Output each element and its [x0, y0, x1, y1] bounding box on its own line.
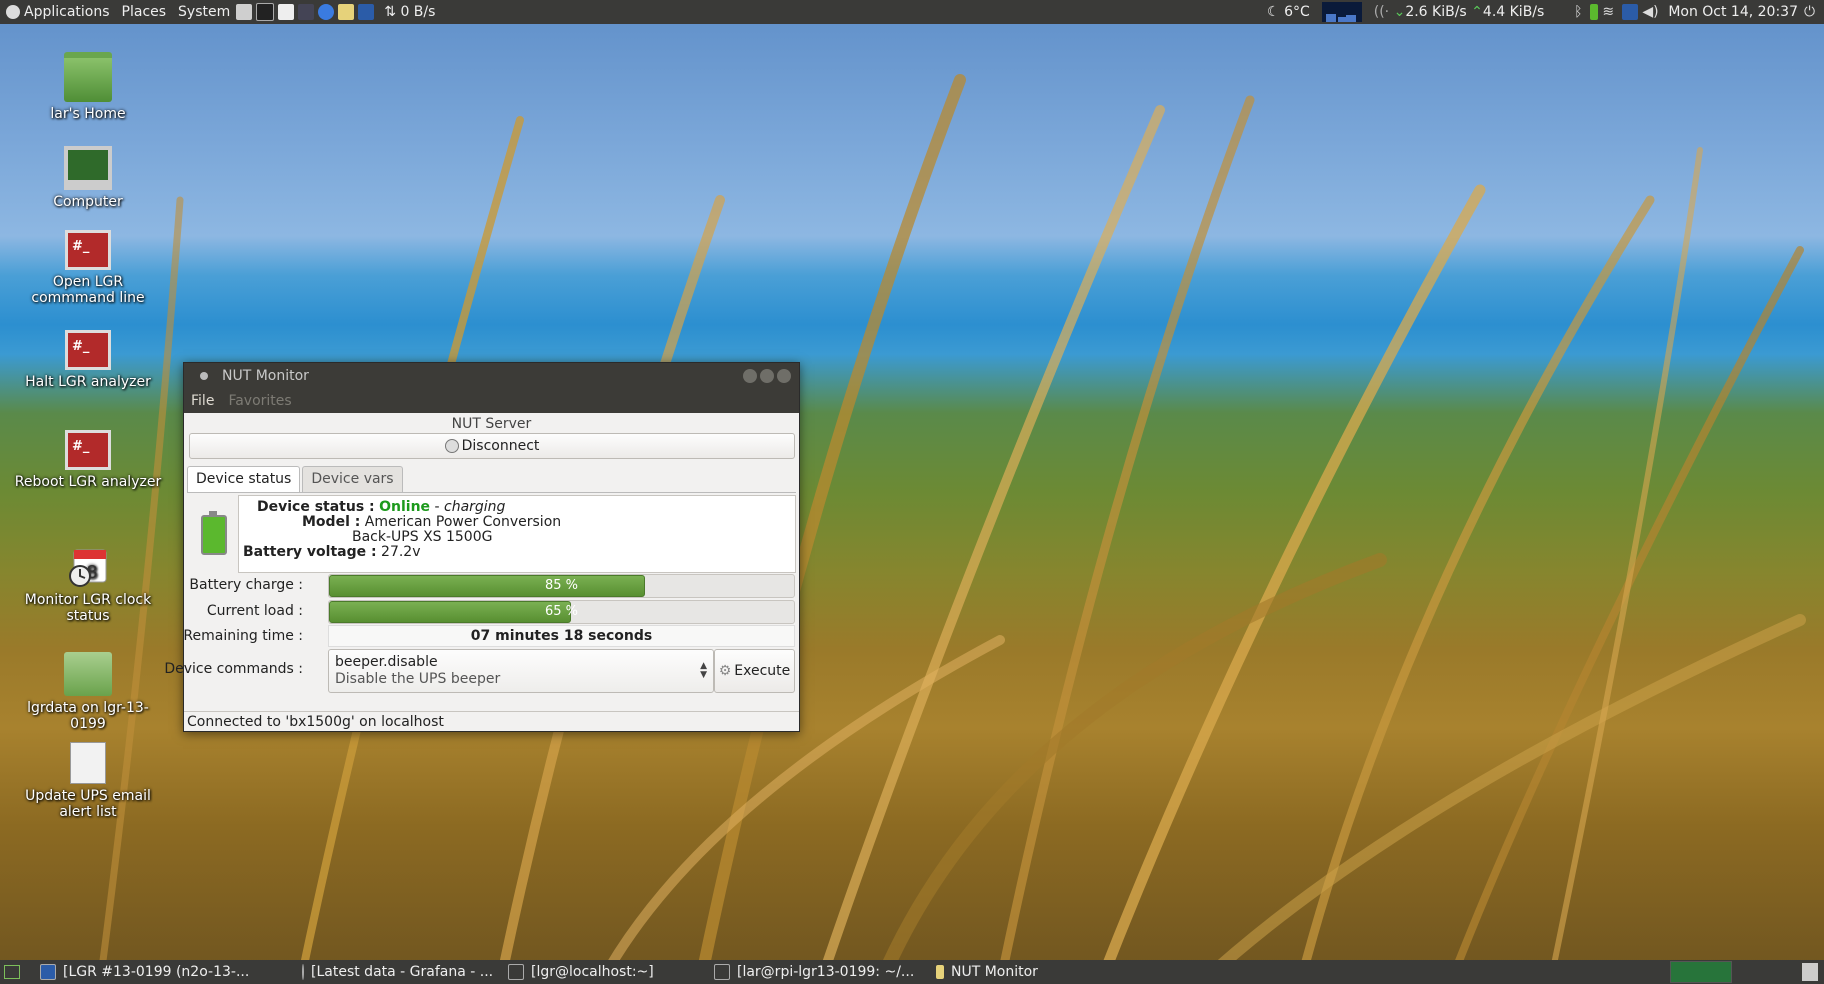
maximize-button[interactable]: [760, 369, 774, 383]
network-icon: ⇅: [384, 4, 396, 20]
execute-button[interactable]: ⚙ Execute: [714, 649, 795, 693]
terminal-icon: #_: [65, 430, 111, 470]
taskbar-item-terminal-local[interactable]: [lgr@localhost:~]: [500, 960, 706, 984]
terminal-icon: [508, 964, 524, 980]
terminal-icon[interactable]: [256, 3, 275, 21]
terminal-icon: [714, 964, 730, 980]
device-command-select[interactable]: beeper.disable Disable the UPS beeper ▲ ▼: [328, 649, 714, 693]
bottom-panel: [LGR #13-0199 (n2o-13-... [Latest data -…: [0, 960, 1824, 984]
edit-document-icon: [70, 742, 106, 784]
system-menu[interactable]: System: [172, 0, 236, 24]
tab-bar: Device status Device vars: [187, 466, 799, 492]
tab-device-status[interactable]: Device status: [187, 466, 301, 492]
device-status-panel: Device status : Online - charging Model …: [164, 492, 796, 727]
down-arrow-icon: ⌄: [1389, 4, 1406, 20]
calendar-clock-icon: 8: [68, 548, 108, 588]
remaining-time-value: 07 minutes 18 seconds: [328, 625, 795, 647]
battery-charge-bar: 85 %: [328, 574, 795, 598]
power-icon[interactable]: ⏻: [1804, 4, 1820, 20]
model-row-2: Back-UPS XS 1500G: [352, 529, 493, 545]
disconnect-icon: [444, 439, 459, 453]
menubar: File Favorites: [184, 389, 799, 413]
vnc-icon[interactable]: [358, 4, 375, 20]
current-load-bar: 65 %: [328, 600, 795, 624]
nut-monitor-icon: [936, 965, 944, 979]
taskbar-item-nut-monitor[interactable]: NUT Monitor: [928, 960, 1144, 984]
minimize-button[interactable]: [743, 369, 757, 383]
desktop-icon-update-ups[interactable]: Update UPS email alert list: [13, 742, 163, 820]
desktop-icon-home[interactable]: lar's Home: [13, 52, 163, 122]
current-load-row: Current load : 65 %: [187, 600, 795, 624]
remaining-time-row: Remaining time : 07 minutes 18 seconds: [183, 625, 795, 647]
battery-icon[interactable]: [1590, 4, 1599, 20]
chromium-icon: [302, 964, 304, 980]
taskbar-item-grafana[interactable]: [Latest data - Grafana - ...: [294, 960, 500, 984]
online-status: Online: [379, 499, 431, 515]
menu-file[interactable]: File: [184, 393, 221, 409]
gear-icon: ⚙: [718, 663, 732, 679]
up-arrow-icon: ⌃: [1466, 4, 1483, 20]
desktop-icon-open-lgr[interactable]: #_ Open LGR commmand line: [13, 230, 163, 306]
updown-arrow-icon: ▲ ▼: [700, 661, 707, 680]
text-editor-icon[interactable]: [278, 4, 295, 20]
taskbar-item-vnc[interactable]: [LGR #13-0199 (n2o-13-...: [32, 960, 294, 984]
desktop-icon-computer[interactable]: Computer: [13, 146, 163, 210]
terminal-icon: #_: [65, 230, 111, 270]
app-icon: [200, 372, 208, 380]
moon-icon: ☾: [1267, 4, 1280, 20]
cpu-graph-icon[interactable]: [1321, 2, 1362, 22]
desktop-icon-reboot-lgr[interactable]: #_ Reboot LGR analyzer: [13, 430, 163, 490]
volume-icon[interactable]: ◀): [1642, 4, 1658, 20]
window-statusbar: Connected to 'bx1500g' on localhost: [184, 711, 799, 731]
close-button[interactable]: [777, 369, 791, 383]
menu-favorites[interactable]: Favorites: [221, 393, 298, 409]
network-speed: ⇅ 0 B/s: [384, 4, 436, 20]
vnc-icon: [40, 964, 56, 980]
battery-voltage-row: Battery voltage : 27.2v: [243, 544, 421, 560]
network-share-icon: [64, 652, 112, 696]
disconnect-button[interactable]: Disconnect: [189, 433, 795, 459]
wifi-icon[interactable]: ≋: [1602, 4, 1618, 20]
wifi-icon: ((·: [1373, 4, 1390, 20]
vnc-icon[interactable]: [1622, 4, 1639, 20]
battery-charging-icon: [201, 511, 227, 555]
battery-charge-row: Battery charge : 85 %: [187, 574, 795, 598]
computer-icon: [64, 146, 112, 190]
window-titlebar[interactable]: NUT Monitor: [184, 363, 799, 389]
places-menu[interactable]: Places: [116, 0, 173, 24]
taskbar-item-terminal-rpi[interactable]: [lar@rpi-lgr13-0199: ~/...: [706, 960, 928, 984]
desktop-icon-monitor-clock[interactable]: 8 Monitor LGR clock status: [13, 548, 163, 624]
home-folder-icon: [64, 52, 112, 102]
nut-monitor-window: NUT Monitor File Favorites NUT Server Di…: [164, 362, 800, 732]
net-speed-indicator[interactable]: ((· ⌄ 2.6 KiB/s ⌃ 4.4 KiB/s: [1368, 0, 1551, 24]
weather-indicator[interactable]: ☾ 6°C: [1261, 0, 1316, 24]
top-panel: Applications Places System ⇅ 0 B/s ☾ 6°C…: [0, 0, 1824, 24]
trash-icon[interactable]: [1802, 963, 1818, 981]
show-desktop-icon[interactable]: [4, 965, 20, 979]
file-manager-icon[interactable]: [236, 4, 253, 20]
device-status-row: Device status : Online - charging: [257, 499, 506, 515]
desktop-icon-lgrdata[interactable]: lgrdata on lgr-13-0199: [13, 652, 163, 732]
clock[interactable]: Mon Oct 14, 20:37: [1662, 0, 1804, 24]
bluetooth-icon[interactable]: ᛒ: [1570, 4, 1586, 20]
applications-menu[interactable]: Applications: [0, 0, 116, 24]
ubuntu-logo-icon: [6, 5, 20, 19]
device-info-box: Device status : Online - charging Model …: [238, 495, 796, 573]
model-row: Model : American Power Conversion: [302, 514, 562, 530]
device-commands-row: Device commands : beeper.disable Disable…: [164, 649, 795, 693]
files-icon[interactable]: [338, 4, 355, 20]
workspace-switcher[interactable]: [1670, 961, 1732, 983]
tab-device-vars[interactable]: Device vars: [302, 466, 403, 492]
nut-server-section-label: NUT Server: [451, 416, 532, 432]
desktop-icon-halt-lgr[interactable]: #_ Halt LGR analyzer: [13, 330, 163, 390]
window-title: NUT Monitor: [222, 368, 309, 384]
calculator-icon[interactable]: [298, 4, 315, 20]
chromium-icon[interactable]: [318, 4, 335, 20]
terminal-icon: #_: [65, 330, 111, 370]
